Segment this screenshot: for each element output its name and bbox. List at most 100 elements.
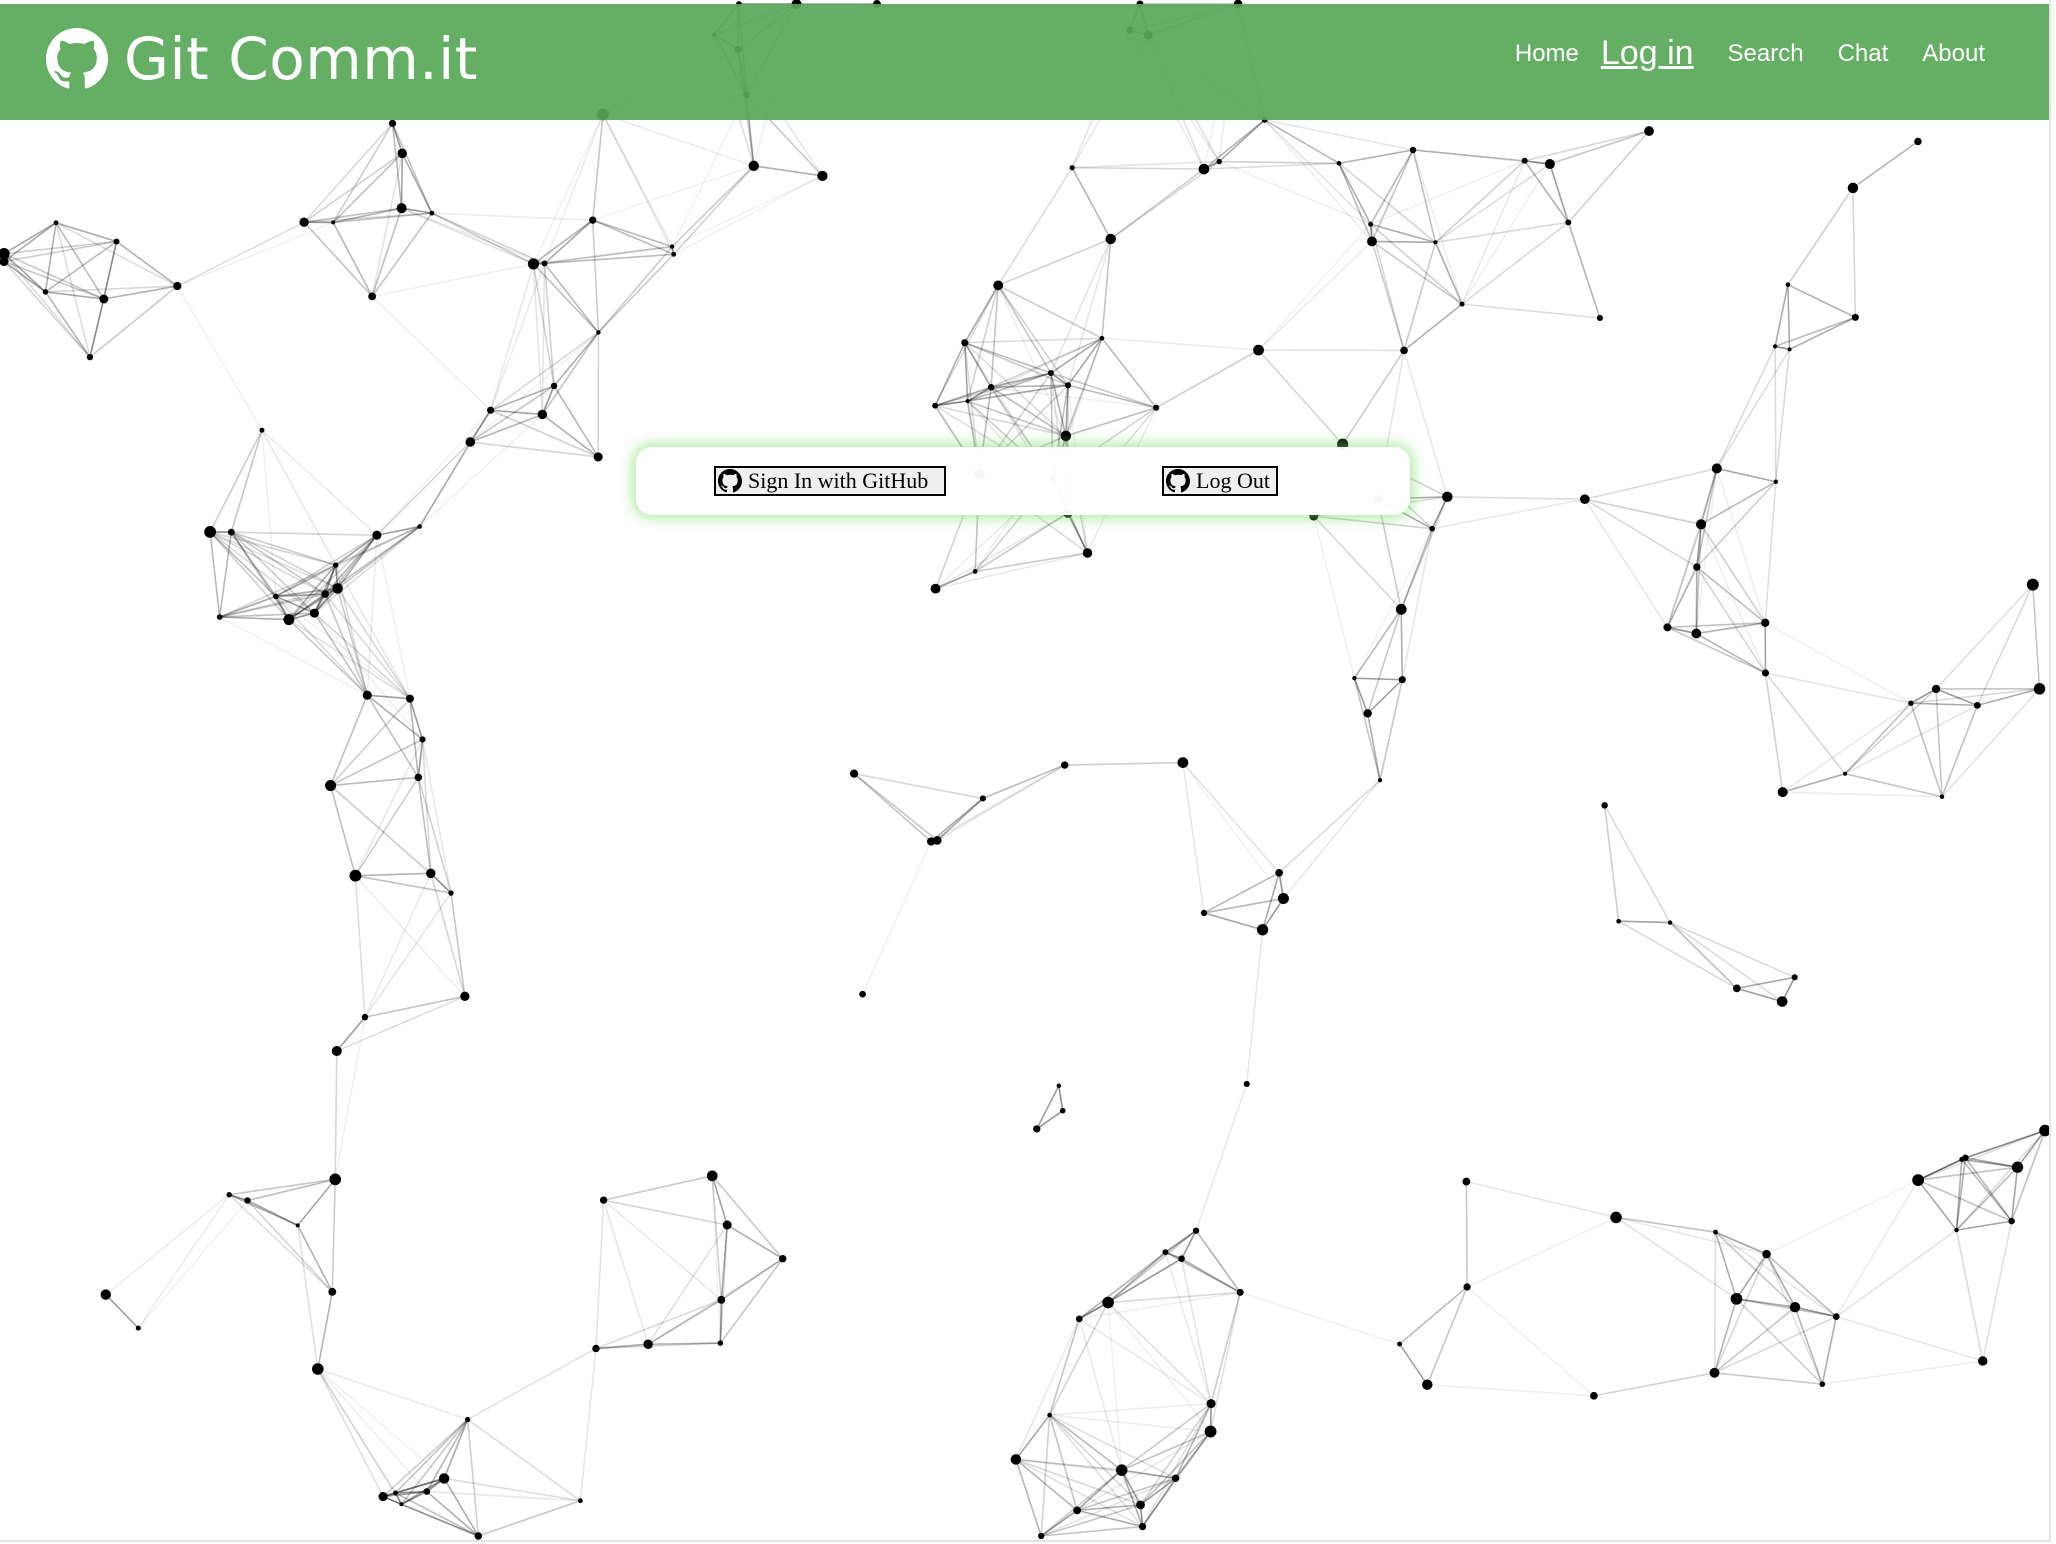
network-node [1198,163,1210,175]
nav-home[interactable]: Home [1515,40,1579,68]
network-node [227,528,235,536]
network-link [1219,160,1340,165]
sign-in-github-button[interactable]: Sign In with GitHub [714,466,946,496]
network-node [1377,777,1383,783]
network-node [312,1363,324,1375]
network-node [1075,1315,1083,1323]
network-link [336,1016,366,1052]
network-node [1204,1425,1217,1438]
network-link [1155,349,1259,409]
network-node [1610,1211,1622,1224]
network-link [1584,498,1669,628]
network-node [1691,628,1702,639]
network-node [438,1473,450,1484]
network-link [1935,584,2034,690]
network-node [328,1287,337,1296]
network-link [1282,779,1381,900]
network-link [544,253,674,265]
network-link [1434,160,1526,243]
network-node [1429,525,1435,532]
network-link [1165,1251,1241,1294]
network-link [1110,168,1205,240]
network-node [1772,344,1778,349]
network-link [1257,223,1372,351]
network-node [321,590,329,598]
network-link [719,1299,723,1344]
network-link [553,385,599,458]
network-link [176,221,305,287]
network-node [1709,1367,1720,1378]
network-link [1379,679,1404,781]
network-link [1312,515,1356,679]
network-link [1400,609,1404,680]
network-link [1078,1251,1166,1320]
network-link [364,892,452,1018]
network-link [1353,677,1369,714]
network-node [1954,1227,1959,1233]
network-node [1978,1356,1988,1366]
network-link [329,694,369,786]
network-link [443,1419,469,1479]
network-link [1603,805,1620,922]
network-node [2011,1161,2024,1173]
network-node [1819,1381,1826,1387]
log-out-button[interactable]: Log Out [1162,466,1278,496]
network-link [1180,1258,1212,1404]
network-node [1102,1296,1114,1309]
network-node [173,281,182,291]
network-node [1400,346,1408,355]
network-link [1072,166,1204,170]
network-link [595,1299,722,1350]
network-node [2008,1217,2015,1225]
brand-name: Git Comm.it [124,25,479,93]
network-node [331,1045,342,1057]
network-node [1153,404,1160,411]
network-link [334,1050,338,1180]
network-link [1432,498,1585,530]
network-link [1412,149,1550,165]
network-link [1182,762,1205,914]
network-link [44,291,91,358]
network-link [1195,1083,1248,1231]
nav-log-in[interactable]: Log in [1601,34,1694,73]
network-node [592,1344,600,1353]
network-link [44,222,57,293]
network-link [1615,1216,1737,1300]
network-node [405,694,414,703]
network-link [137,1199,249,1329]
network-link [1716,467,1776,483]
network-link [1736,976,1795,990]
network-node [1138,1522,1147,1531]
network-link [1941,705,1979,798]
network-link [261,429,378,536]
network-link [1789,316,1856,351]
brand-link[interactable]: Git Comm.it [46,22,478,96]
network-link [930,797,984,843]
network-link [1049,1402,1212,1416]
nav-chat[interactable]: Chat [1838,40,1889,68]
network-link [1714,1371,1823,1385]
network-link [1666,468,1718,628]
network-link [1403,303,1463,352]
network-link [1774,346,1777,482]
nav-search[interactable]: Search [1728,40,1804,68]
network-link [489,263,535,411]
network-link [417,777,432,874]
network-node [979,795,986,802]
network-link [1696,566,1766,624]
network-node [1200,909,1208,917]
network-link [466,1419,480,1537]
network-node [1908,700,1914,706]
nav-about[interactable]: About [1922,40,1985,68]
network-link [431,212,593,221]
network-link [1209,1292,1241,1432]
network-link [1412,149,1437,243]
network-node [1462,1177,1471,1186]
network-node [643,1339,653,1349]
network-node [1644,126,1654,136]
network-node [465,437,476,447]
network-link [1669,921,1783,1003]
network-node [368,292,376,301]
network-link [1584,498,1698,568]
network-link [228,1194,333,1293]
